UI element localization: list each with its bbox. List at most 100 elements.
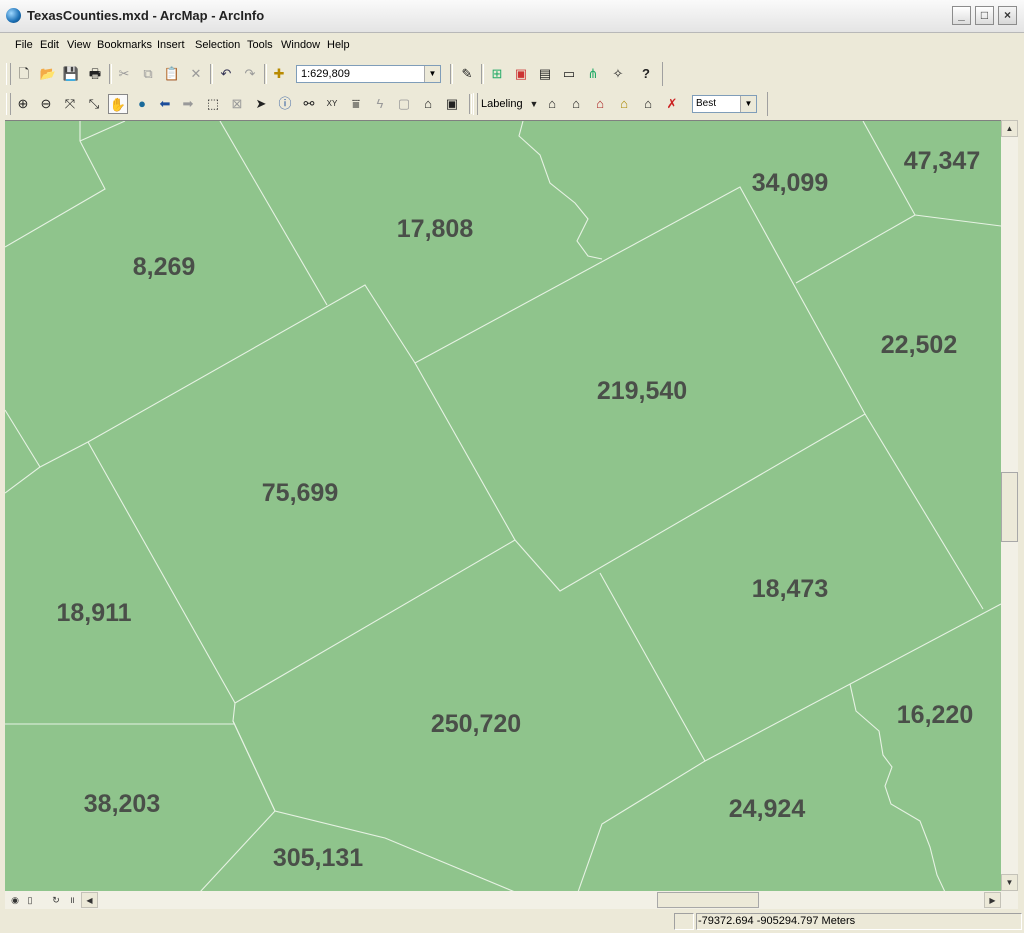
vertical-scroll-thumb[interactable] — [1001, 472, 1018, 542]
label-placement-dropdown[interactable]: Best ▼ — [692, 95, 757, 113]
chevron-down-icon[interactable]: ▼ — [740, 96, 756, 112]
copy-icon[interactable]: ⧉ — [138, 64, 158, 84]
horizontal-scrollbar[interactable]: ◉ ▯ ↻ ॥ ◀ ▶ — [5, 891, 1018, 909]
toolbar-grip[interactable] — [6, 63, 11, 85]
scroll-down-arrow-icon[interactable]: ▼ — [1001, 874, 1018, 891]
back-arrow-icon[interactable]: ⬅ — [155, 94, 175, 114]
county-map[interactable]: 47,347 34,099 17,808 8,269 22,502 219,54… — [5, 121, 1001, 892]
menu-help[interactable]: Help — [327, 39, 350, 51]
county-label: 75,699 — [262, 479, 338, 507]
open-folder-icon[interactable]: 📂 — [38, 64, 58, 84]
toolbar-separator — [210, 64, 213, 84]
save-icon[interactable]: 💾 — [61, 64, 81, 84]
map-scale-dropdown[interactable]: 1:629,809 ▼ — [296, 65, 441, 83]
whats-this-help-icon[interactable]: ? — [636, 64, 656, 84]
full-extent-globe-icon[interactable]: ● — [132, 94, 152, 114]
label-weight-ranking-icon[interactable]: ✗ — [662, 94, 682, 114]
add-data-icon[interactable]: ✚ — [269, 64, 289, 84]
undo-icon[interactable]: ↶ — [216, 64, 236, 84]
command-line-icon[interactable]: ▤ — [535, 64, 555, 84]
county-label: 219,540 — [597, 377, 687, 405]
close-button[interactable]: × — [998, 6, 1017, 25]
arctoolbox-icon[interactable]: ▣ — [511, 64, 531, 84]
tools-toolbar: ⊕ ⊖ ⤧ ⤡ ✋ ● ⬅ ➡ ⬚ ⊠ ➤ ⓘ ⚯ XY ⩸ ϟ ▢ ⌂ ▣ L… — [0, 90, 1024, 118]
county-label: 38,203 — [84, 790, 160, 818]
toolbar-end — [767, 92, 769, 116]
maximize-button[interactable]: □ — [975, 6, 994, 25]
time-slider-icon[interactable]: ⌂ — [418, 94, 438, 114]
new-document-icon[interactable]: 🗋 — [14, 64, 34, 84]
menu-edit[interactable]: Edit — [40, 39, 59, 51]
menu-tools[interactable]: Tools — [247, 39, 273, 51]
delete-icon[interactable]: ✕ — [186, 64, 206, 84]
horizontal-scroll-thumb[interactable] — [657, 892, 759, 908]
hyperlink-lightning-icon[interactable]: ϟ — [370, 94, 390, 114]
toolbar-separator — [450, 64, 453, 84]
minimize-button[interactable]: _ — [952, 6, 971, 25]
scroll-right-arrow-icon[interactable]: ▶ — [984, 892, 1001, 908]
scroll-left-arrow-icon[interactable]: ◀ — [81, 892, 98, 908]
data-view-icon[interactable]: ◉ — [9, 893, 21, 907]
menu-view[interactable]: View — [67, 39, 91, 51]
select-elements-arrow-icon[interactable]: ➤ — [251, 94, 271, 114]
toolbar-separator — [469, 94, 472, 114]
standard-toolbar: 🗋 📂 💾 🖶 ✂ ⧉ 📋 ✕ ↶ ↷ ✚ 1:629,809 ▼ ✎ ⊞ ▣ … — [0, 60, 1024, 88]
go-to-xy-icon[interactable]: XY — [322, 94, 342, 114]
identify-info-icon[interactable]: ⓘ — [275, 94, 295, 114]
create-viewer-window-icon[interactable]: ▣ — [442, 94, 462, 114]
view-unplaced-labels-icon[interactable]: ⌂ — [614, 94, 634, 114]
lock-labels-icon[interactable]: ⌂ — [566, 94, 586, 114]
arccatalog-icon[interactable]: ⊞ — [487, 64, 507, 84]
search-window-icon[interactable]: ✧ — [608, 64, 628, 84]
pause-labeling-icon[interactable]: ⌂ — [590, 94, 610, 114]
menu-file[interactable]: File — [15, 39, 33, 51]
print-icon[interactable]: 🖶 — [85, 64, 105, 84]
chevron-down-icon[interactable]: ▼ — [524, 94, 544, 114]
toolbar-grip[interactable] — [473, 93, 478, 115]
county-label: 18,911 — [56, 599, 131, 627]
county-label: 24,924 — [729, 795, 806, 823]
python-window-icon[interactable]: ▭ — [559, 64, 579, 84]
fixed-zoom-out-icon[interactable]: ⤡ — [84, 94, 104, 114]
chevron-down-icon[interactable]: ▼ — [424, 66, 440, 82]
toolbar-separator — [264, 64, 267, 84]
arcmap-globe-icon — [6, 8, 21, 23]
paste-icon[interactable]: 📋 — [162, 64, 182, 84]
status-cell — [674, 913, 694, 930]
zoom-out-icon[interactable]: ⊖ — [36, 94, 56, 114]
status-bar: -79372.694 -905294.797 Meters — [0, 911, 1024, 933]
county-label: 47,347 — [904, 147, 980, 175]
scroll-up-arrow-icon[interactable]: ▲ — [1001, 120, 1018, 137]
select-features-icon[interactable]: ⬚ — [203, 94, 223, 114]
forward-arrow-icon[interactable]: ➡ — [178, 94, 198, 114]
editor-toolbar-icon[interactable]: ✎ — [457, 64, 477, 84]
toolbar-grip[interactable] — [6, 93, 11, 115]
title-bar[interactable]: TexasCounties.mxd - ArcMap - ArcInfo _ □… — [0, 0, 1024, 33]
find-binoculars-icon[interactable]: ⚯ — [299, 94, 319, 114]
model-builder-icon[interactable]: ⋔ — [583, 64, 603, 84]
zoom-in-icon[interactable]: ⊕ — [13, 94, 33, 114]
labeling-menu[interactable]: Labeling — [481, 98, 523, 110]
county-label: 16,220 — [897, 701, 973, 729]
toolbar-separator — [481, 64, 484, 84]
refresh-view-icon[interactable]: ↻ — [50, 893, 62, 907]
pan-hand-icon[interactable]: ✋ — [108, 94, 128, 114]
label-priority-ranking-icon[interactable]: ⌂ — [638, 94, 658, 114]
map-scale-value: 1:629,809 — [301, 68, 350, 80]
measure-icon[interactable]: ⩸ — [346, 94, 366, 114]
label-manager-icon[interactable]: ⌂ — [542, 94, 562, 114]
html-popup-icon[interactable]: ▢ — [394, 94, 414, 114]
redo-icon[interactable]: ↷ — [240, 64, 260, 84]
menu-insert[interactable]: Insert — [157, 39, 185, 51]
pause-drawing-icon[interactable]: ॥ — [66, 893, 78, 907]
toolbar-end — [662, 62, 664, 86]
vertical-scrollbar[interactable]: ▲ ▼ — [1001, 120, 1018, 891]
layout-view-icon[interactable]: ▯ — [24, 893, 36, 907]
menu-window[interactable]: Window — [281, 39, 320, 51]
clear-selection-icon[interactable]: ⊠ — [227, 94, 247, 114]
menu-bookmarks[interactable]: Bookmarks — [97, 39, 152, 51]
map-display[interactable]: 47,347 34,099 17,808 8,269 22,502 219,54… — [5, 120, 1001, 892]
cut-icon[interactable]: ✂ — [114, 64, 134, 84]
menu-selection[interactable]: Selection — [195, 39, 240, 51]
fixed-zoom-in-icon[interactable]: ⤧ — [60, 94, 80, 114]
